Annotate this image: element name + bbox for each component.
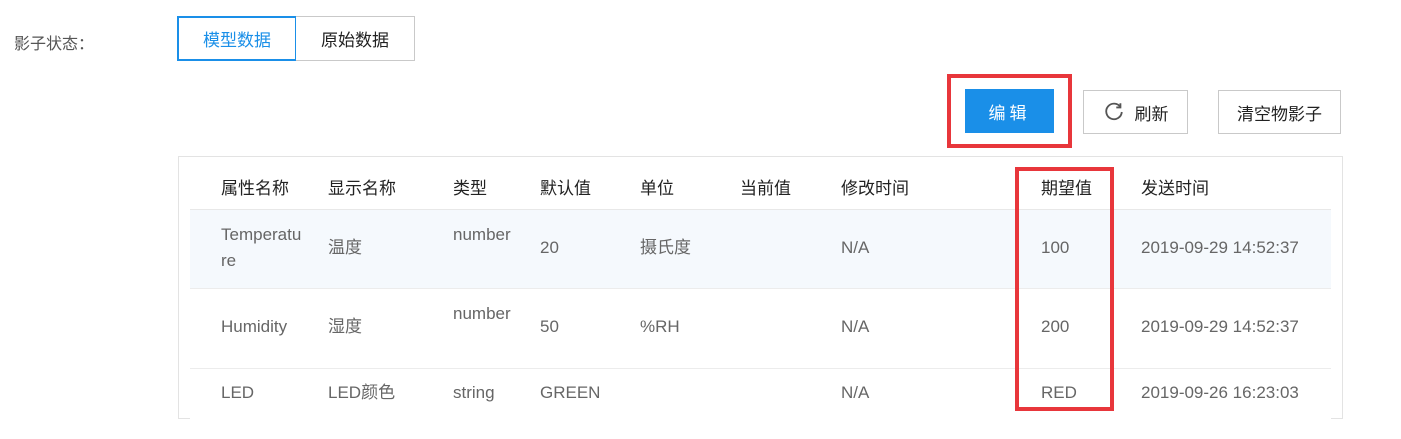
expected-column-highlight: [1015, 167, 1114, 411]
refresh-icon: [1104, 102, 1123, 121]
refresh-label: 刷新: [1134, 104, 1169, 124]
edit-button[interactable]: 编辑: [965, 89, 1054, 133]
cell-modified: N/A: [841, 238, 870, 257]
header-display-name: 显示名称: [328, 179, 396, 198]
cell-display: 湿度: [328, 317, 362, 336]
cell-name: Humidity: [221, 317, 288, 336]
cell-sent: 2019-09-29 14:52:37: [1141, 317, 1299, 336]
tab-raw-data[interactable]: 原始数据: [296, 16, 415, 61]
header-default: 默认值: [540, 179, 591, 198]
header-attr-name: 属性名称: [221, 179, 289, 198]
header-type: 类型: [453, 179, 487, 198]
cell-type: number: [453, 304, 511, 323]
cell-name: Temperature: [221, 225, 302, 270]
tab-model-data[interactable]: 模型数据: [177, 16, 297, 61]
cell-default: 50: [540, 317, 559, 336]
cell-name: LED: [221, 383, 255, 402]
header-current: 当前值: [740, 179, 791, 198]
cell-display: LED颜色: [328, 383, 396, 402]
cell-modified: N/A: [841, 383, 870, 402]
clear-shadow-button[interactable]: 清空物影子: [1218, 90, 1341, 134]
cell-default: GREEN: [540, 383, 601, 402]
header-sent-time: 发送时间: [1141, 179, 1209, 198]
shadow-state-label: 影子状态：: [14, 36, 95, 53]
cell-modified: N/A: [841, 317, 870, 336]
header-modified-time: 修改时间: [841, 179, 909, 198]
cell-unit: %RH: [640, 317, 680, 336]
cell-default: 20: [540, 238, 559, 257]
cell-unit: 摄氏度: [640, 238, 691, 257]
header-unit: 单位: [640, 179, 674, 198]
header-divider: [190, 209, 1331, 210]
cell-sent: 2019-09-26 16:23:03: [1141, 383, 1299, 402]
cell-type: string: [453, 383, 495, 402]
refresh-button[interactable]: 刷新: [1083, 90, 1188, 134]
cell-type: number: [453, 225, 511, 244]
cell-display: 温度: [328, 238, 362, 257]
cell-sent: 2019-09-29 14:52:37: [1141, 238, 1299, 257]
